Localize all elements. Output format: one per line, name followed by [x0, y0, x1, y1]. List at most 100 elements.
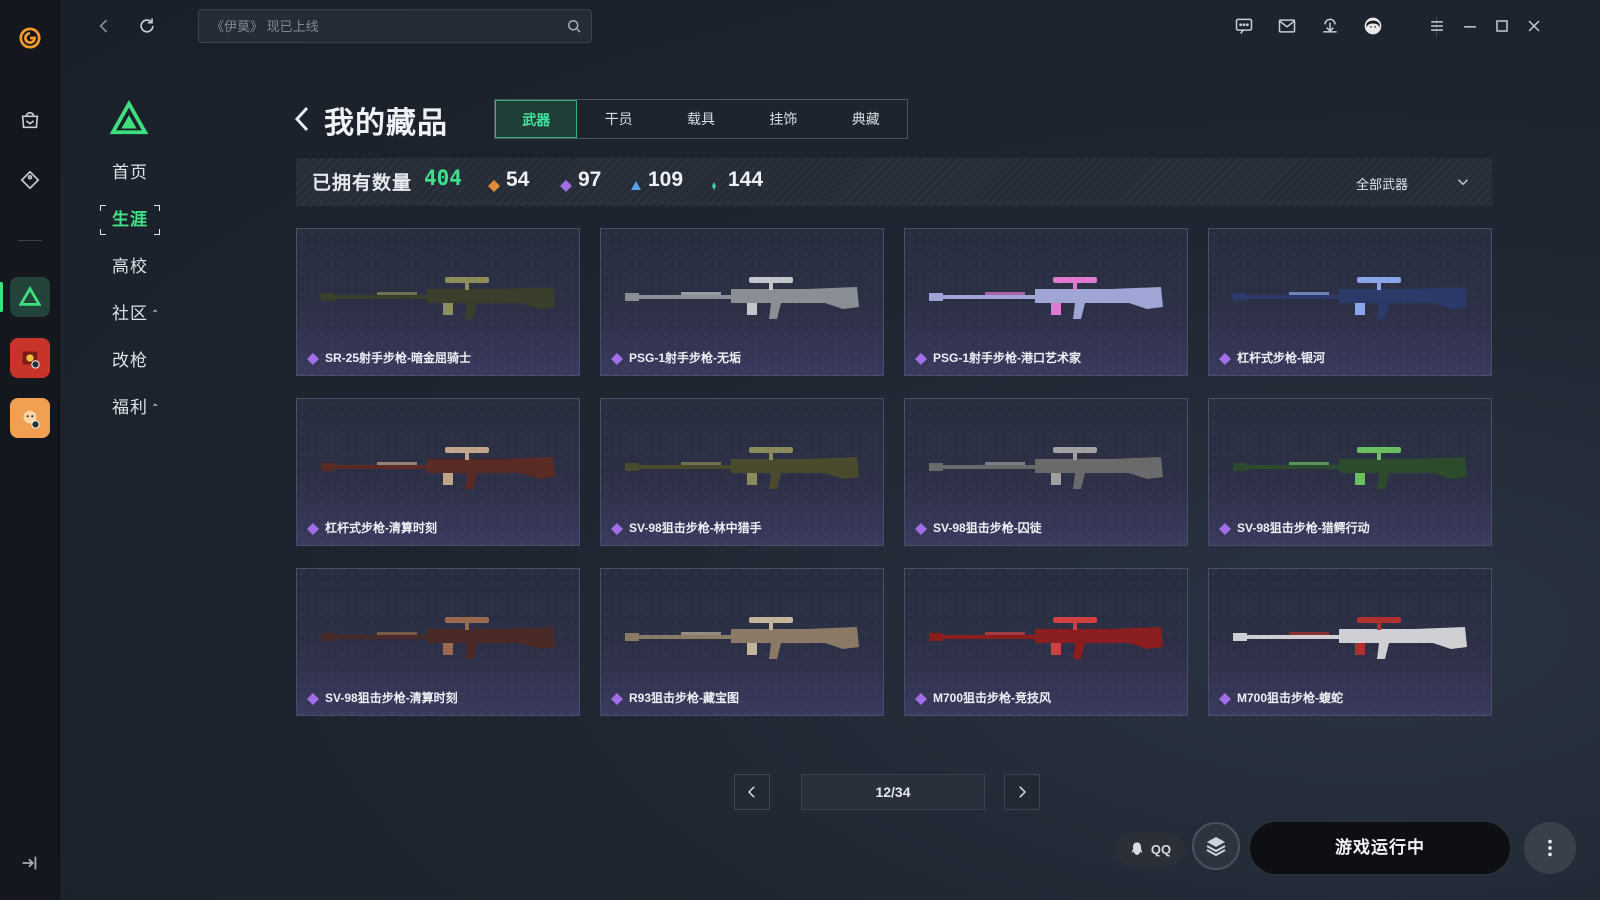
- purple-diamond-icon: [915, 693, 927, 705]
- weapon-image: [1233, 617, 1467, 659]
- qq-penguin-icon: [1131, 842, 1143, 855]
- purple-diamond-icon: [611, 523, 623, 535]
- item-name: 杠杆式步枪-清算时刻: [325, 521, 437, 535]
- item-card[interactable]: SV-98狙击步枪-清算时刻: [296, 568, 580, 716]
- prev-page-button[interactable]: [734, 774, 770, 810]
- tab-operators[interactable]: 干员: [577, 100, 659, 138]
- item-card[interactable]: PSG-1射手步枪-无垢: [600, 228, 884, 376]
- user-avatar-icon[interactable]: [1359, 12, 1387, 40]
- item-card[interactable]: SV-98狙击步枪-猎鳄行动: [1208, 398, 1492, 546]
- item-card[interactable]: SV-98狙击步枪-囚徒: [904, 398, 1188, 546]
- game-tile-1-icon[interactable]: [10, 338, 50, 378]
- item-card[interactable]: PSG-1射手步枪-港口艺术家: [904, 228, 1188, 376]
- rarity-count: 54: [506, 168, 530, 191]
- filter-label: 全部武器: [1356, 177, 1409, 192]
- nav-college[interactable]: 高校: [100, 252, 160, 282]
- owned-stats-bar: 已拥有数量 404 54 97 109 144 全部武器: [296, 158, 1492, 206]
- item-card[interactable]: SV-98狙击步枪-林中猎手: [600, 398, 884, 546]
- accelerator-button[interactable]: [1192, 822, 1240, 870]
- minimize-icon[interactable]: [1456, 12, 1484, 40]
- rarity-purple-count: 97: [560, 168, 601, 192]
- back-chevron-icon[interactable]: [292, 104, 312, 134]
- weapon-image: [625, 447, 859, 489]
- weapon-image: [1233, 447, 1467, 489]
- focus-corner: [154, 205, 160, 211]
- app-rail: [0, 0, 60, 900]
- delta-force-logo-icon: [109, 99, 149, 136]
- next-page-button[interactable]: [1004, 774, 1040, 810]
- weapon-image: [929, 447, 1163, 489]
- weapon-image: [929, 277, 1163, 319]
- more-options-button[interactable]: [1524, 822, 1576, 874]
- game-running-button[interactable]: 游戏运行中: [1248, 820, 1512, 876]
- weapon-image: [1233, 277, 1467, 319]
- nav-home-label: 首页: [112, 163, 148, 182]
- chat-icon[interactable]: [1230, 12, 1258, 40]
- maximize-icon[interactable]: [1488, 12, 1516, 40]
- nav-community[interactable]: 社区 ⌃: [100, 299, 172, 329]
- weapon-image: [625, 617, 859, 659]
- nav-gunsmith[interactable]: 改枪: [100, 346, 160, 376]
- nav-home[interactable]: 首页: [100, 158, 160, 188]
- mail-icon[interactable]: [1273, 12, 1301, 40]
- layers-icon: [1206, 837, 1226, 857]
- tab-charms[interactable]: 挂饰: [742, 100, 824, 138]
- item-card[interactable]: M700狙击步枪-蝮蛇: [1208, 568, 1492, 716]
- close-icon[interactable]: [1520, 12, 1548, 40]
- tag-icon[interactable]: [10, 160, 50, 200]
- item-card[interactable]: SR-25射手步枪-暗金屈骑士: [296, 228, 580, 376]
- weapon-filter-dropdown[interactable]: 全部武器: [1336, 170, 1476, 194]
- page-title: 我的藏品: [324, 107, 448, 140]
- purple-diamond-icon: [1219, 353, 1231, 365]
- item-grid: SR-25射手步枪-暗金屈骑士 PSG-1射手步枪-无垢 PSG-1射手步枪-港口艺…: [296, 228, 1496, 718]
- item-card[interactable]: 杠杆式步枪-银河: [1208, 228, 1492, 376]
- search-icon[interactable]: [565, 17, 583, 35]
- item-name: R93狙击步枪-藏宝图: [629, 691, 740, 705]
- focus-corner: [100, 229, 106, 235]
- chevron-down-icon: [1454, 173, 1472, 191]
- search-box[interactable]: [198, 9, 592, 43]
- purple-diamond-icon: [611, 693, 623, 705]
- launcher-logo-icon[interactable]: [10, 18, 50, 58]
- tab-vehicles[interactable]: 载具: [660, 100, 742, 138]
- download-icon[interactable]: [1316, 12, 1344, 40]
- item-name: PSG-1射手步枪-港口艺术家: [933, 351, 1082, 365]
- purple-diamond-icon: [915, 353, 927, 365]
- tab-collection[interactable]: 典藏: [825, 100, 907, 138]
- game-tile-2-icon[interactable]: [10, 398, 50, 438]
- back-nav-icon[interactable]: [90, 12, 118, 40]
- qq-button[interactable]: QQ: [1115, 832, 1185, 866]
- menu-icon[interactable]: [1423, 12, 1451, 40]
- top-bar: [60, 0, 1600, 54]
- search-input[interactable]: [211, 10, 551, 42]
- chevron-right-icon: [1019, 786, 1027, 798]
- item-card[interactable]: R93狙击步枪-藏宝图: [600, 568, 884, 716]
- qq-label: QQ: [1150, 841, 1172, 857]
- item-card[interactable]: 杠杆式步枪-清算时刻: [296, 398, 580, 546]
- expand-caret-icon: ⌃: [151, 403, 161, 414]
- tab-weapons[interactable]: 武器: [495, 100, 578, 138]
- purple-diamond-icon: [1219, 693, 1231, 705]
- item-card[interactable]: M700狙击步枪-竞技风: [904, 568, 1188, 716]
- orange-diamond-icon: [488, 174, 500, 192]
- nav-rewards[interactable]: 福利 ⌃: [100, 393, 172, 423]
- focus-corner: [100, 205, 106, 211]
- delta-force-game-icon[interactable]: [10, 277, 50, 317]
- store-bag-icon[interactable]: [10, 100, 50, 140]
- category-tabs: 武器 干员 载具 挂饰 典藏: [494, 99, 908, 139]
- purple-diamond-icon: [611, 353, 623, 365]
- item-name: PSG-1射手步枪-无垢: [629, 351, 742, 365]
- blue-diamond-icon: [630, 174, 642, 190]
- active-indicator: [0, 282, 3, 312]
- owned-label: 已拥有数量: [312, 173, 413, 194]
- weapon-image: [321, 277, 555, 319]
- expand-caret-icon: ⌃: [151, 309, 161, 320]
- nav-career-label: 生涯: [112, 210, 148, 229]
- weapon-image: [625, 277, 859, 319]
- collapse-sidebar-icon[interactable]: [18, 852, 40, 874]
- rarity-green-count: 144: [710, 168, 763, 192]
- purple-diamond-icon: [915, 523, 927, 535]
- refresh-icon[interactable]: [133, 12, 161, 40]
- rarity-orange-count: 54: [488, 168, 529, 192]
- nav-career[interactable]: 生涯: [100, 205, 160, 235]
